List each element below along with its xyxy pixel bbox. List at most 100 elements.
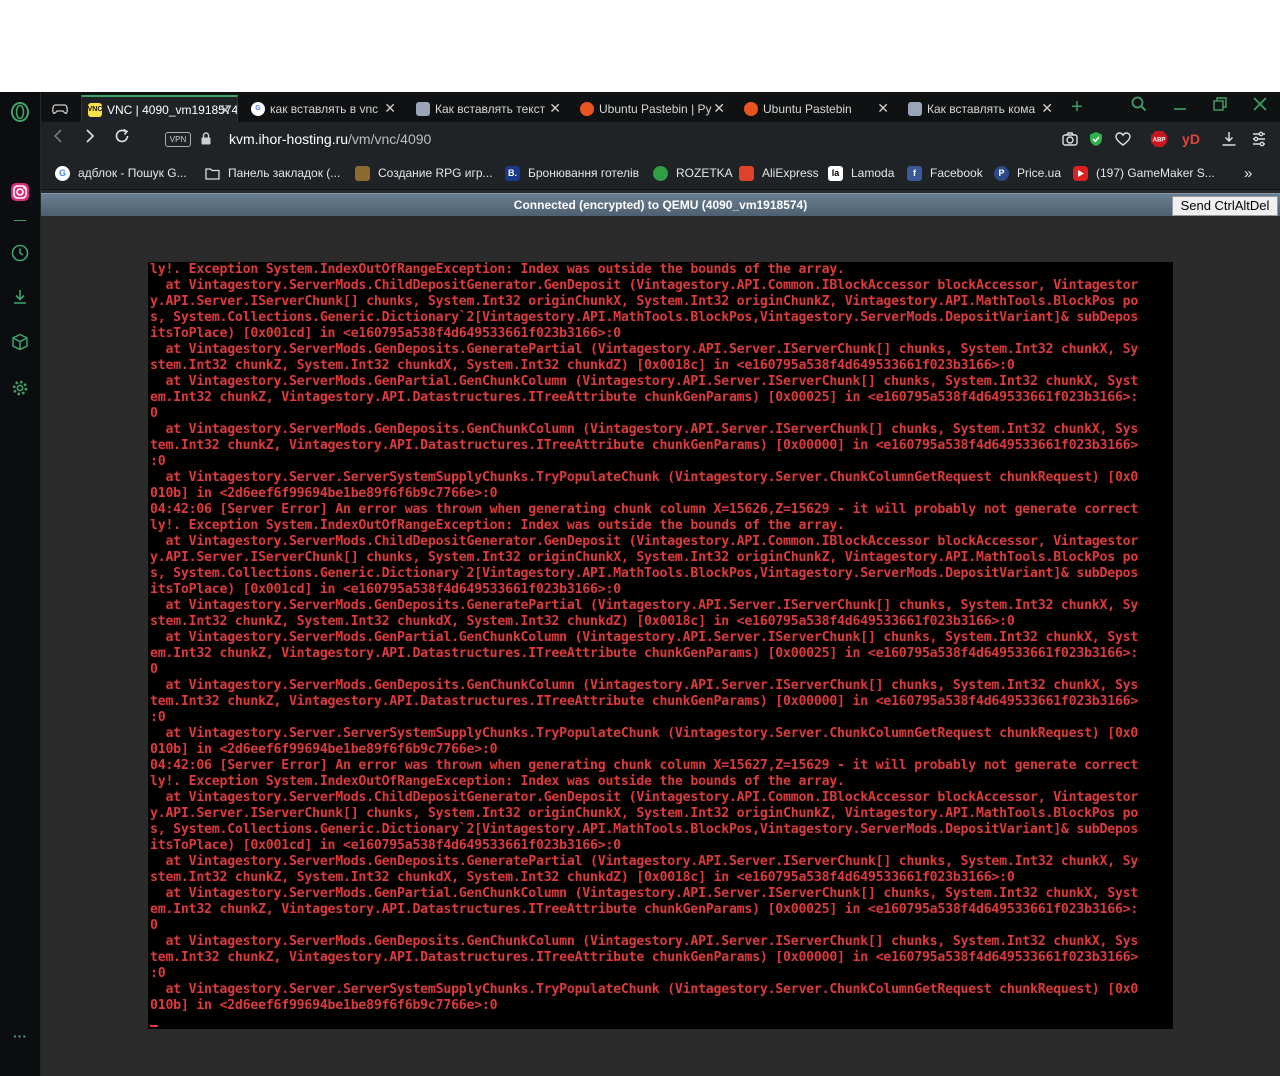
console-line: ly!. Exception System.IndexOutOfRangeExc…	[150, 774, 845, 789]
restore-icon[interactable]	[1209, 96, 1231, 118]
instagram-icon[interactable]	[8, 180, 32, 204]
priceua-icon: P	[994, 165, 1009, 181]
tab-title: Ubuntu Pastebin	[763, 101, 852, 116]
close-tab-icon[interactable]: ✕	[549, 100, 561, 117]
bookmark-label: Панель закладок (...	[228, 166, 341, 180]
remote-console-screen[interactable]: ly!. Exception System.IndexOutOfRangeExc…	[148, 262, 1173, 1029]
console-line: at Vintagestory.ServerMods.ChildDepositG…	[150, 278, 1139, 293]
console-line: at Vintagestory.ServerMods.GenPartial.Ge…	[150, 374, 1139, 389]
desktop-background-strip	[0, 0, 1280, 92]
console-line: itsToPlace) [0x001cd] in <e160795a538f4d…	[150, 838, 621, 853]
tab-bar: VNC VNC | 4090_vm1918574 ✕ G как вставля…	[41, 92, 1280, 122]
reload-icon[interactable]	[111, 128, 133, 150]
bookmark-item[interactable]: f Facebook	[907, 165, 983, 181]
vpn-badge[interactable]: VPN	[165, 132, 191, 147]
browser-sidebar: ···	[0, 92, 41, 1076]
bookmark-item[interactable]: Создание RPG игр...	[355, 165, 493, 181]
gear-icon[interactable]	[8, 376, 32, 400]
close-tab-icon[interactable]: ✕	[384, 100, 396, 117]
tab-paste-commands[interactable]: Как вставлять кома ✕	[902, 95, 1059, 122]
bookmark-label: Бронювання готелів	[528, 166, 640, 180]
tab-ubuntu-pastebin-2[interactable]: Ubuntu Pastebin ✕	[738, 95, 895, 122]
clock-history-icon[interactable]	[8, 241, 32, 265]
console-line: 0	[150, 406, 158, 421]
ubuntu-favicon	[744, 101, 758, 116]
opera-logo-icon[interactable]	[8, 100, 32, 124]
gamepad-tab-icon[interactable]	[41, 95, 81, 122]
vnc-connection-status: Connected (encrypted) to QEMU (4090_vm19…	[513, 198, 808, 212]
cube-icon[interactable]	[8, 330, 32, 354]
console-line: y.API.Server.IServerChunk[] chunks, Syst…	[150, 550, 1139, 565]
console-line: at Vintagestory.ServerMods.GenPartial.Ge…	[150, 886, 1139, 901]
new-tab-button[interactable]: +	[1066, 96, 1088, 118]
bookmark-label: (197) GameMaker S...	[1096, 166, 1215, 180]
tab-ubuntu-pastebin-1[interactable]: Ubuntu Pastebin | Ру ✕	[574, 95, 731, 122]
bookmark-item[interactable]: G адблок - Пошук G...	[55, 165, 187, 181]
easy-setup-icon[interactable]	[1249, 129, 1269, 149]
google-icon: G	[55, 165, 70, 181]
download-icon[interactable]	[8, 285, 32, 309]
close-tab-icon[interactable]: ✕	[219, 102, 231, 119]
back-icon[interactable]	[47, 128, 69, 150]
url-field[interactable]: kvm.ihor-hosting.ru/vm/vnc/4090	[229, 131, 431, 147]
bookmark-label: Создание RPG игр...	[378, 166, 493, 180]
console-line: 0	[150, 662, 158, 677]
close-tab-icon[interactable]: ✕	[1041, 100, 1053, 117]
vnc-status-bar: Connected (encrypted) to QEMU (4090_vm19…	[41, 193, 1280, 216]
tab-title: Как вставлять текст	[435, 101, 546, 116]
minimize-icon[interactable]	[1169, 96, 1191, 118]
console-line: at Vintagestory.ServerMods.ChildDepositG…	[150, 534, 1139, 549]
console-line: at Vintagestory.Server.ServerSystemSuppl…	[150, 982, 1139, 997]
console-line: itsToPlace) [0x001cd] in <e160795a538f4d…	[150, 582, 621, 597]
close-window-icon[interactable]	[1249, 96, 1271, 118]
console-line: at Vintagestory.ServerMods.GenDeposits.G…	[150, 342, 1139, 357]
bookmark-item[interactable]: (197) GameMaker S...	[1073, 165, 1215, 181]
more-dots-icon[interactable]: ···	[8, 1024, 32, 1048]
console-line: stem.Int32 chunkZ, System.Int32 chunkdX,…	[150, 614, 1015, 629]
console-line: y.API.Server.IServerChunk[] chunks, Syst…	[150, 806, 1139, 821]
tab-title: как вставлять в vnc	[270, 101, 379, 116]
bookmark-item[interactable]: AliExpress	[739, 165, 819, 181]
tab-paste-text[interactable]: Как вставлять текст ✕	[410, 95, 567, 122]
console-line: em.Int32 chunkZ, Vintagestory.API.Datast…	[150, 902, 1139, 917]
console-line: at Vintagestory.ServerMods.GenDeposits.G…	[150, 422, 1139, 437]
tab-title: VNC | 4090_vm1918574	[107, 102, 237, 117]
adblock-plus-icon[interactable]: ABP	[1149, 129, 1169, 149]
tab-google-search[interactable]: G как вставлять в vnc ✕	[245, 95, 402, 122]
forward-icon[interactable]	[79, 128, 101, 150]
browser-window: VNC VNC | 4090_vm1918574 ✕ G как вставля…	[41, 92, 1280, 1076]
shield-check-icon[interactable]	[1086, 129, 1106, 149]
close-tab-icon[interactable]: ✕	[877, 100, 889, 117]
yandex-disk-icon[interactable]: yD	[1179, 129, 1203, 149]
youtube-icon	[1073, 165, 1088, 181]
tab-vnc[interactable]: VNC VNC | 4090_vm1918574 ✕	[81, 95, 238, 122]
console-line: at Vintagestory.Server.ServerSystemSuppl…	[150, 470, 1139, 485]
lock-icon[interactable]	[201, 132, 211, 145]
address-bar: VPN kvm.ihor-hosting.ru/vm/vnc/4090 ABP …	[41, 122, 1280, 156]
bookmark-folder[interactable]: Панель закладок (...	[205, 165, 340, 181]
facebook-icon: f	[907, 165, 922, 181]
send-ctrl-alt-del-button[interactable]: Send CtrlAltDel	[1172, 196, 1278, 216]
bookmark-item[interactable]: P Price.ua	[994, 165, 1061, 181]
console-line: :0	[150, 966, 166, 981]
console-line: 0	[150, 918, 158, 933]
bookmark-item[interactable]: ROZETKA	[653, 165, 733, 181]
console-line: at Vintagestory.ServerMods.GenDeposits.G…	[150, 934, 1139, 949]
abp-label: ABP	[1153, 138, 1166, 144]
page-favicon	[908, 101, 922, 116]
bookmark-item[interactable]: B. Бронювання готелів	[505, 165, 639, 181]
console-line: tem.Int32 chunkZ, Vintagestory.API.Datas…	[150, 438, 1139, 453]
console-output: ly!. Exception System.IndexOutOfRangeExc…	[150, 262, 1138, 1014]
console-line: :0	[150, 454, 166, 469]
close-tab-icon[interactable]: ✕	[713, 100, 725, 117]
camera-icon[interactable]	[1060, 129, 1080, 149]
bookmark-label: Price.ua	[1017, 166, 1062, 180]
heart-icon[interactable]	[1113, 129, 1133, 149]
console-line: tem.Int32 chunkZ, Vintagestory.API.Datas…	[150, 950, 1139, 965]
console-line: at Vintagestory.Server.ServerSystemSuppl…	[150, 726, 1139, 741]
bookmarks-overflow-icon[interactable]: »	[1244, 165, 1252, 182]
search-tabs-icon[interactable]	[1128, 96, 1150, 118]
bookmark-item[interactable]: la Lamoda	[828, 165, 894, 181]
download-icon[interactable]	[1219, 129, 1239, 149]
bookmark-label: Lamoda	[851, 166, 895, 180]
